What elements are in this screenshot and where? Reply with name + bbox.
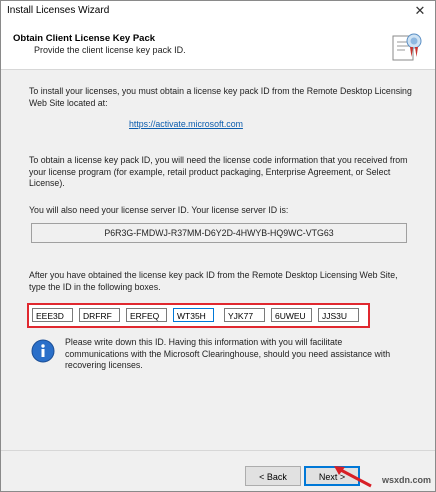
info-icon bbox=[31, 339, 55, 363]
pointer-arrow-icon bbox=[334, 466, 372, 488]
key-field-2[interactable]: DRFRF bbox=[79, 308, 120, 322]
wizard-content: To install your licenses, you must obtai… bbox=[1, 70, 435, 450]
key-field-3[interactable]: ERFEQ bbox=[126, 308, 167, 322]
title-bar: Install Licenses Wizard ✕ bbox=[1, 1, 435, 23]
page-subtitle: Provide the client license key pack ID. bbox=[34, 45, 186, 55]
type-instructions: After you have obtained the license key … bbox=[29, 270, 398, 292]
code-info-text: To obtain a license key pack ID, you wil… bbox=[29, 155, 408, 188]
server-id-field: P6R3G-FMDWJ-R37MM-D6Y2D-4HWYB-HQ9WC-VTG6… bbox=[31, 223, 407, 243]
key-field-1[interactable]: EEE3D bbox=[32, 308, 73, 322]
key-pack-id-fields: EEE3D DRFRF ERFEQ WT35H YJK77 6UWEU JJS3… bbox=[27, 303, 370, 328]
page-title: Obtain Client License Key Pack bbox=[13, 33, 156, 44]
certificate-icon bbox=[392, 33, 422, 61]
key-field-5[interactable]: YJK77 bbox=[224, 308, 265, 322]
wizard-window: Install Licenses Wizard ✕ Obtain Client … bbox=[0, 0, 436, 492]
note-text: Please write down this ID. Having this i… bbox=[65, 337, 391, 370]
back-button[interactable]: < Back bbox=[245, 466, 301, 486]
key-field-6[interactable]: 6UWEU bbox=[271, 308, 312, 322]
window-title: Install Licenses Wizard bbox=[7, 5, 110, 16]
watermark: wsxdn.com bbox=[381, 475, 431, 485]
key-field-4[interactable]: WT35H bbox=[173, 308, 214, 322]
intro-text: To install your licenses, you must obtai… bbox=[29, 86, 412, 108]
wizard-header: Obtain Client License Key Pack Provide t… bbox=[1, 23, 435, 70]
server-id-label: You will also need your license server I… bbox=[29, 205, 289, 215]
footer-divider bbox=[1, 450, 435, 451]
close-button[interactable]: ✕ bbox=[411, 3, 429, 19]
key-field-7[interactable]: JJS3U bbox=[318, 308, 359, 322]
activation-link[interactable]: https://activate.microsoft.com bbox=[129, 119, 243, 129]
